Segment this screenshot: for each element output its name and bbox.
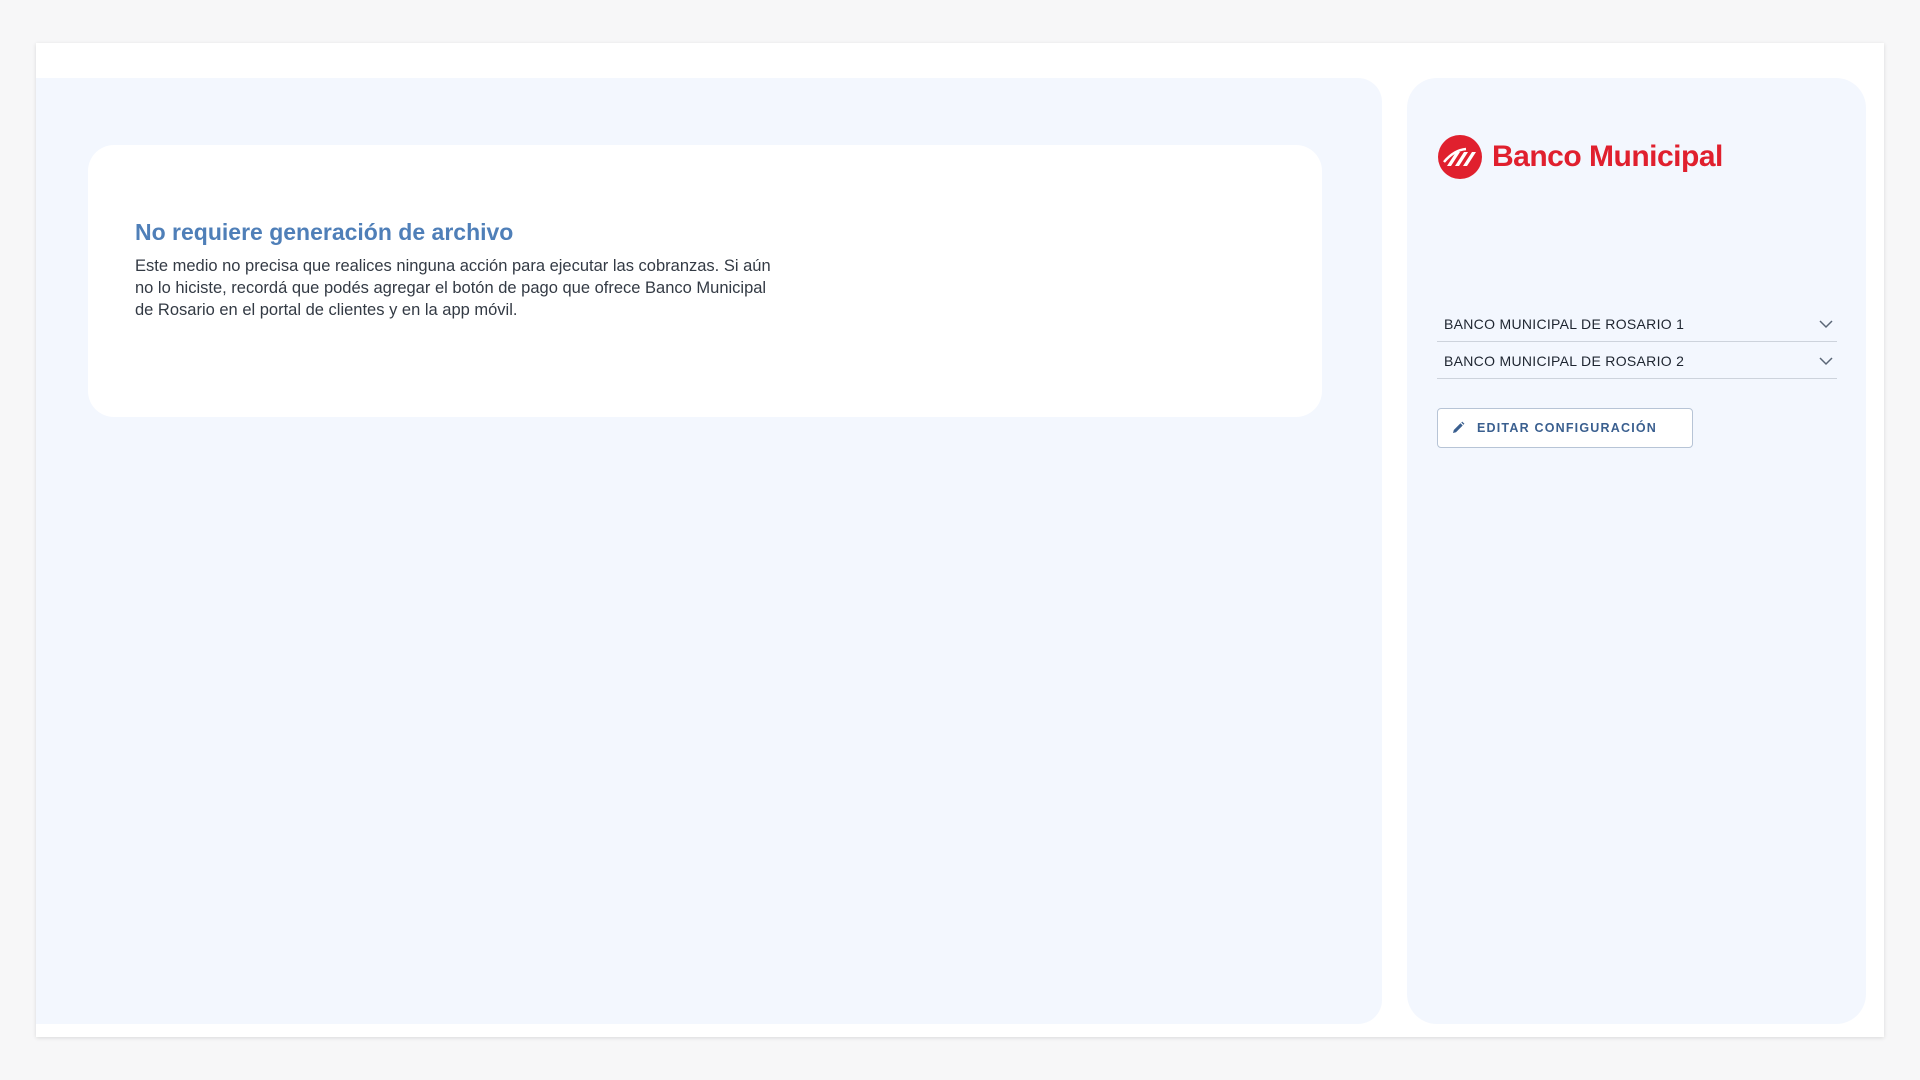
card-description: Este medio no precisa que realices ningu… <box>135 257 771 319</box>
sidebar-panel: Banco Municipal BANCO MUNICIPAL DE ROSAR… <box>1407 78 1866 1024</box>
main-content-panel: No requiere generación de archivo Este m… <box>36 78 1382 1024</box>
account-accordion-2[interactable]: BANCO MUNICIPAL DE ROSARIO 2 <box>1437 343 1837 379</box>
account-label: BANCO MUNICIPAL DE ROSARIO 2 <box>1444 352 1685 369</box>
card-title: No requiere generación de archivo <box>135 219 514 245</box>
account-accordion-1[interactable]: BANCO MUNICIPAL DE ROSARIO 1 <box>1437 306 1837 342</box>
chevron-down-icon <box>1819 356 1833 366</box>
edit-configuration-label: EDITAR CONFIGURACIÓN <box>1477 421 1658 435</box>
edit-configuration-button[interactable]: EDITAR CONFIGURACIÓN <box>1437 408 1693 448</box>
info-card: No requiere generación de archivo Este m… <box>88 145 1322 417</box>
bank-name: Banco Municipal <box>1492 140 1723 173</box>
pencil-icon <box>1451 421 1465 435</box>
account-label: BANCO MUNICIPAL DE ROSARIO 1 <box>1444 315 1685 332</box>
chevron-down-icon <box>1819 319 1833 329</box>
bank-logo: Banco Municipal <box>1438 134 1723 180</box>
banco-municipal-logo-icon <box>1438 135 1482 179</box>
